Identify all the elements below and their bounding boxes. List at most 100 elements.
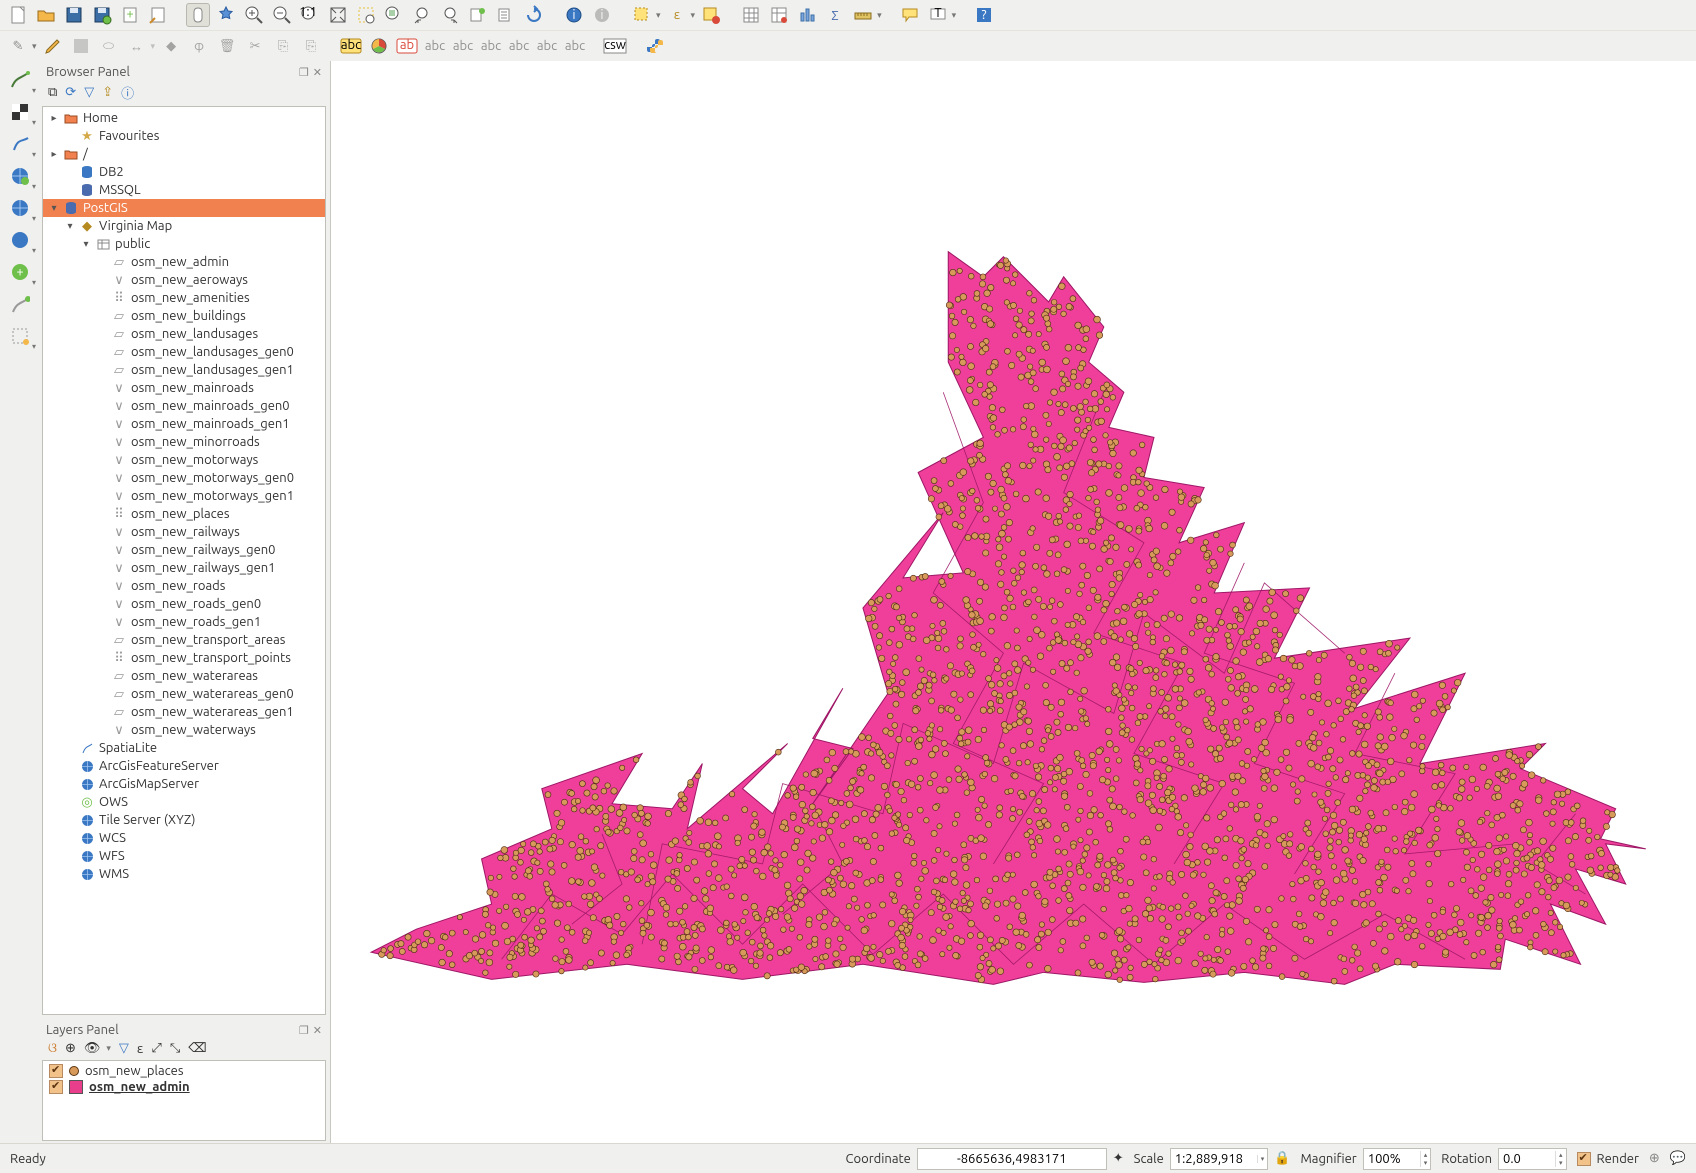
pan-map-button[interactable] (186, 3, 210, 27)
add-vector-button[interactable]: ▾ (6, 67, 34, 93)
tree-item[interactable]: ▱osm_new_landusages (43, 325, 325, 343)
filter-icon[interactable]: ▽ (84, 85, 94, 100)
save-as-button[interactable] (90, 3, 114, 27)
python-console-button[interactable] (643, 34, 667, 58)
new-bookmark-button[interactable] (466, 3, 490, 27)
identify-button[interactable]: i (562, 3, 586, 27)
layers-list[interactable]: osm_new_places osm_new_admin (42, 1060, 326, 1141)
deselect-button[interactable] (699, 3, 723, 27)
tree-item[interactable]: WFS (43, 847, 325, 865)
tree-item[interactable]: Tile Server (XYZ) (43, 811, 325, 829)
help-button[interactable]: ? (972, 3, 996, 27)
stats-button[interactable] (795, 3, 819, 27)
sigma-button[interactable]: Σ (823, 3, 847, 27)
properties-icon[interactable]: ⓘ (121, 83, 134, 102)
tree-item[interactable]: ▸Home (43, 109, 325, 127)
zoom-last-button[interactable] (410, 3, 434, 27)
tree-item[interactable]: ∨osm_new_waterways (43, 721, 325, 739)
add-delimited-button[interactable]: +▾ (6, 259, 34, 285)
composer-manager-button[interactable] (146, 3, 170, 27)
tree-item[interactable]: ∨osm_new_roads_gen1 (43, 613, 325, 631)
tree-item[interactable]: ⠿osm_new_transport_points (43, 649, 325, 667)
tree-item[interactable]: ▱osm_new_waterareas (43, 667, 325, 685)
tree-item[interactable]: ∨osm_new_railways_gen1 (43, 559, 325, 577)
annotation-button[interactable]: T (926, 3, 950, 27)
tree-item[interactable]: ∨osm_new_mainroads (43, 379, 325, 397)
zoom-layer-button[interactable] (382, 3, 406, 27)
tree-item[interactable]: ▱osm_new_landusages_gen0 (43, 343, 325, 361)
csw-button[interactable]: csw (603, 34, 627, 58)
collapse-all-icon[interactable]: ⤡ (170, 1041, 180, 1056)
add-spatialite-button[interactable]: ▾ (6, 131, 34, 157)
label-abc-button[interactable]: abc (339, 34, 363, 58)
filter-legend-icon[interactable]: ▽ (119, 1041, 129, 1056)
add-virtual-button[interactable]: ▾ (6, 323, 34, 349)
tree-item[interactable]: ∨osm_new_roads (43, 577, 325, 595)
tree-item[interactable]: ∨osm_new_mainroads_gen1 (43, 415, 325, 433)
tree-item[interactable]: WCS (43, 829, 325, 847)
tree-item[interactable]: MSSQL (43, 181, 325, 199)
expand-icon[interactable]: ⤢ (151, 1041, 161, 1056)
tree-item[interactable]: ▾public (43, 235, 325, 253)
edits-button[interactable]: ✎ (6, 34, 30, 58)
tree-item[interactable]: ∨osm_new_motorways_gen1 (43, 487, 325, 505)
select-features-button[interactable] (630, 3, 654, 27)
tree-item[interactable]: ∨osm_new_roads_gen0 (43, 595, 325, 613)
label-highlight-button[interactable]: ab (395, 34, 419, 58)
tree-item[interactable]: ∨osm_new_railways_gen0 (43, 541, 325, 559)
zoom-native-button[interactable]: 1:1 (298, 3, 322, 27)
tree-item[interactable]: ArcGisMapServer (43, 775, 325, 793)
tree-item[interactable]: ▾PostGIS (43, 199, 325, 217)
tree-item[interactable]: ★Favourites (43, 127, 325, 145)
tree-item[interactable]: ⠿osm_new_amenities (43, 289, 325, 307)
open-project-button[interactable] (34, 3, 58, 27)
tree-item[interactable]: ∨osm_new_railways (43, 523, 325, 541)
tree-item[interactable]: ∨osm_new_motorways_gen0 (43, 469, 325, 487)
tree-item[interactable]: ArcGisFeatureServer (43, 757, 325, 775)
pan-to-selection-button[interactable] (214, 3, 238, 27)
layer-row[interactable]: osm_new_admin (43, 1079, 325, 1095)
save-project-button[interactable] (62, 3, 86, 27)
tree-item[interactable]: DB2 (43, 163, 325, 181)
zoom-selection-button[interactable] (354, 3, 378, 27)
panel-undock-icon[interactable]: ❐ (299, 1025, 309, 1037)
tree-item[interactable]: ∨osm_new_minorroads (43, 433, 325, 451)
refresh-button[interactable] (522, 3, 546, 27)
panel-undock-icon[interactable]: ❐ (299, 67, 309, 79)
refresh-icon[interactable]: ⟳ (65, 85, 76, 100)
add-oracle-button[interactable] (6, 291, 34, 317)
zoom-full-button[interactable] (326, 3, 350, 27)
tree-item[interactable]: ▱osm_new_waterareas_gen1 (43, 703, 325, 721)
group-icon[interactable]: ⊕ (65, 1041, 76, 1056)
select-expression-button[interactable]: ε (665, 3, 689, 27)
map-tips-button[interactable] (898, 3, 922, 27)
layer-visibility-checkbox[interactable] (49, 1080, 63, 1094)
tree-item[interactable]: ▱osm_new_landusages_gen1 (43, 361, 325, 379)
collapse-icon[interactable]: ⇪ (102, 85, 113, 100)
zoom-out-button[interactable] (270, 3, 294, 27)
show-bookmarks-button[interactable] (494, 3, 518, 27)
add-wms-button[interactable]: ▾ (6, 195, 34, 221)
new-composer-button[interactable]: + (118, 3, 142, 27)
tree-item[interactable]: ▱osm_new_transport_areas (43, 631, 325, 649)
dropdown-icon[interactable]: ▾ (656, 10, 661, 21)
remove-icon[interactable]: ⌫ (188, 1041, 206, 1056)
panel-close-icon[interactable]: ✕ (313, 1025, 322, 1037)
tree-item[interactable]: ∨osm_new_mainroads_gen0 (43, 397, 325, 415)
add-wfs-button[interactable]: ▾ (6, 163, 34, 189)
tree-item[interactable]: SpatiaLite (43, 739, 325, 757)
zoom-in-button[interactable] (242, 3, 266, 27)
panel-close-icon[interactable]: ✕ (313, 67, 322, 79)
tree-item[interactable]: ▱osm_new_buildings (43, 307, 325, 325)
tree-item[interactable]: ▱osm_new_admin (43, 253, 325, 271)
add-layer-icon[interactable]: ⧉ (48, 85, 57, 100)
tree-item[interactable]: WMS (43, 865, 325, 883)
tree-item[interactable]: ◎OWS (43, 793, 325, 811)
field-calc-button[interactable] (767, 3, 791, 27)
tree-item[interactable]: ▸/ (43, 145, 325, 163)
render-checkbox[interactable] (1577, 1152, 1591, 1166)
add-wcs-button[interactable]: ▾ (6, 227, 34, 253)
tree-item[interactable]: ▾◆Virginia Map (43, 217, 325, 235)
layer-row[interactable]: osm_new_places (43, 1063, 325, 1079)
toggle-edit-button[interactable] (41, 34, 65, 58)
